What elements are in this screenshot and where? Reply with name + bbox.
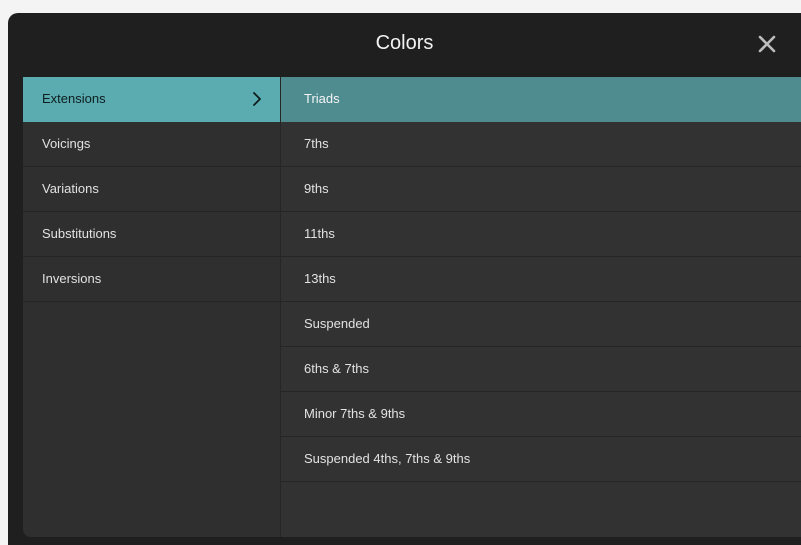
- option-label: Minor 7ths & 9ths: [304, 406, 406, 421]
- category-label: Variations: [42, 181, 99, 196]
- option-label: 11ths: [304, 226, 335, 241]
- dialog-header: Colors: [8, 13, 801, 76]
- option-label: Suspended: [304, 316, 370, 331]
- colors-dialog: Colors Extensions Voicings Variations Su…: [8, 13, 801, 545]
- option-label: Suspended 4ths, 7ths & 9ths: [304, 451, 471, 466]
- option-label: 13ths: [304, 271, 336, 286]
- option-item-7ths[interactable]: 7ths: [281, 122, 801, 167]
- option-item-triads[interactable]: Triads: [281, 77, 801, 122]
- option-label: Triads: [304, 91, 340, 106]
- chevron-right-icon: [253, 92, 261, 106]
- category-item-substitutions[interactable]: Substitutions: [23, 212, 280, 257]
- category-label: Substitutions: [42, 226, 117, 241]
- category-label: Inversions: [42, 271, 102, 286]
- option-label: 7ths: [304, 136, 329, 151]
- option-item-suspended-4ths-7ths-9ths[interactable]: Suspended 4ths, 7ths & 9ths: [281, 437, 801, 482]
- dialog-title: Colors: [375, 32, 434, 54]
- category-label: Voicings: [42, 136, 91, 151]
- category-item-variations[interactable]: Variations: [23, 167, 280, 212]
- option-item-minor-7ths-9ths[interactable]: Minor 7ths & 9ths: [281, 392, 801, 437]
- category-item-voicings[interactable]: Voicings: [23, 122, 280, 167]
- category-item-extensions[interactable]: Extensions: [23, 77, 280, 122]
- option-label: 9ths: [304, 181, 329, 196]
- close-icon: [758, 35, 776, 53]
- option-item-13ths[interactable]: 13ths: [281, 257, 801, 302]
- option-item-11ths[interactable]: 11ths: [281, 212, 801, 257]
- category-label: Extensions: [42, 91, 106, 106]
- option-item-9ths[interactable]: 9ths: [281, 167, 801, 212]
- option-item-6ths-7ths[interactable]: 6ths & 7ths: [281, 347, 801, 392]
- content-panel: Extensions Voicings Variations Substitut…: [23, 77, 801, 537]
- option-item-suspended[interactable]: Suspended: [281, 302, 801, 347]
- option-label: 6ths & 7ths: [304, 361, 370, 376]
- close-button[interactable]: [755, 32, 779, 56]
- category-list: Extensions Voicings Variations Substitut…: [23, 77, 280, 537]
- option-list: Triads 7ths 9ths 11ths 13ths Suspended 6…: [281, 77, 801, 537]
- category-item-inversions[interactable]: Inversions: [23, 257, 280, 302]
